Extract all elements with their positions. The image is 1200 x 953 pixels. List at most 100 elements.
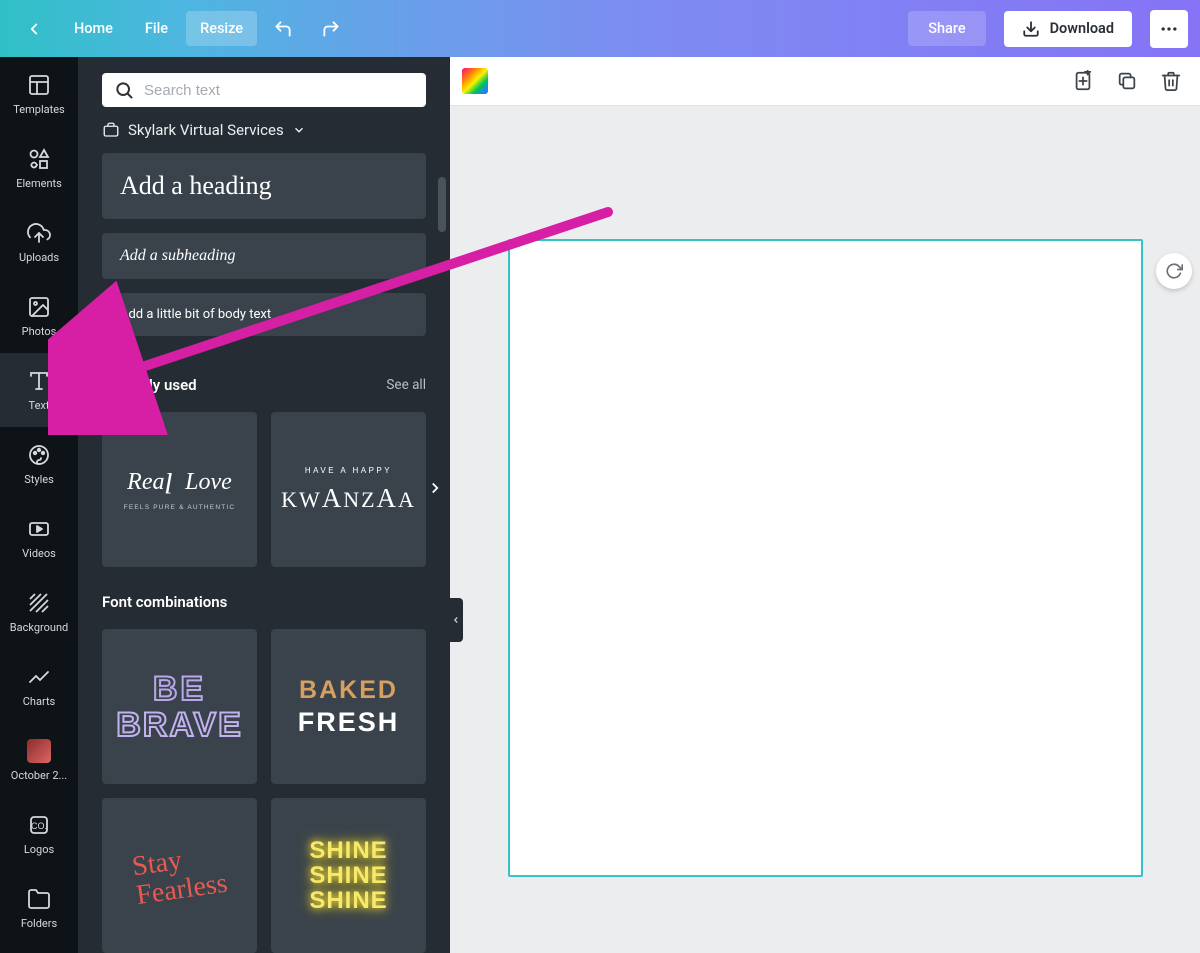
font-combo-baked-fresh[interactable]: BAKED FRESH xyxy=(271,629,426,784)
canvas-viewport[interactable] xyxy=(450,105,1200,953)
brand-account-label: Skylark Virtual Services xyxy=(128,121,284,139)
recently-used-row: Real Love FEELS PURE & AUTHENTIC HAVE A … xyxy=(102,412,426,567)
home-button[interactable]: Home xyxy=(60,11,127,46)
download-icon xyxy=(1022,20,1040,38)
folder-thumbnail-icon xyxy=(27,739,51,763)
sidebar-label: Videos xyxy=(22,547,56,560)
sidebar-label: Styles xyxy=(24,473,54,486)
sidebar-label: October 2... xyxy=(11,769,67,782)
styles-icon xyxy=(27,443,51,467)
template-line2: KWANZAA xyxy=(281,483,416,514)
sidebar-label: Charts xyxy=(23,695,55,708)
sidebar-label: Logos xyxy=(24,843,54,856)
templates-icon xyxy=(27,73,51,97)
download-button[interactable]: Download xyxy=(1004,11,1132,47)
section-title: Font combinations xyxy=(102,593,227,611)
top-bar: Home File Resize Share Download xyxy=(0,0,1200,57)
chevron-down-icon xyxy=(292,123,306,137)
sidebar-item-text[interactable]: Text xyxy=(0,353,78,427)
next-templates-button[interactable] xyxy=(426,479,444,501)
canvas-area xyxy=(450,57,1200,953)
collapse-panel-button[interactable] xyxy=(449,598,463,642)
combo-line2: FRESH xyxy=(298,707,400,738)
brand-kit-icon xyxy=(102,121,120,139)
sidebar-label: Photos xyxy=(22,325,57,338)
text-icon xyxy=(27,369,51,393)
uploads-icon xyxy=(27,221,51,245)
panel-scrollbar[interactable] xyxy=(438,177,446,232)
left-sidebar: Templates Elements Uploads Photos Text S… xyxy=(0,57,78,953)
canvas-toolbar-right xyxy=(1072,70,1182,92)
background-color-picker[interactable] xyxy=(462,68,488,94)
font-combo-stay-fearless[interactable]: StayFearless xyxy=(102,798,257,953)
chevron-left-icon xyxy=(451,615,461,625)
duplicate-page-icon[interactable] xyxy=(1116,70,1138,92)
delete-page-icon[interactable] xyxy=(1160,70,1182,92)
combo-text: StayFearless xyxy=(130,840,229,911)
see-all-link[interactable]: See all xyxy=(386,377,426,393)
add-body-text-button[interactable]: Add a little bit of body text xyxy=(102,293,426,336)
canvas-reload-button[interactable] xyxy=(1156,253,1192,289)
svg-text:CO.: CO. xyxy=(31,821,47,831)
template-line1: HAVE A HAPPY xyxy=(305,466,392,475)
videos-icon xyxy=(27,517,51,541)
elements-icon xyxy=(27,147,51,171)
add-heading-button[interactable]: Add a heading xyxy=(102,153,426,219)
sidebar-item-october[interactable]: October 2... xyxy=(0,723,78,797)
redo-icon xyxy=(321,19,341,39)
recently-used-header: Recently used See all xyxy=(102,376,426,394)
search-icon xyxy=(114,80,134,100)
resize-button[interactable]: Resize xyxy=(186,11,257,46)
chevron-left-icon xyxy=(25,20,43,38)
sidebar-item-logos[interactable]: CO. Logos xyxy=(0,797,78,871)
undo-button[interactable] xyxy=(261,11,305,47)
top-left-group: Home File Resize xyxy=(12,11,353,47)
sidebar-item-styles[interactable]: Styles xyxy=(0,427,78,501)
text-template-real-love[interactable]: Real Love FEELS PURE & AUTHENTIC xyxy=(102,412,257,567)
add-subheading-button[interactable]: Add a subheading xyxy=(102,233,426,279)
search-field-wrap[interactable] xyxy=(102,73,426,107)
text-panel: Skylark Virtual Services Add a heading A… xyxy=(78,57,450,953)
combo-line2: BRAVE xyxy=(116,708,243,742)
font-combo-be-brave[interactable]: BE BRAVE xyxy=(102,629,257,784)
back-button[interactable] xyxy=(12,11,56,47)
folders-icon xyxy=(27,887,51,911)
redo-button[interactable] xyxy=(309,11,353,47)
sidebar-item-folders[interactable]: Folders xyxy=(0,871,78,945)
undo-icon xyxy=(273,19,293,39)
search-input[interactable] xyxy=(144,82,414,99)
photos-icon xyxy=(27,295,51,319)
sidebar-item-videos[interactable]: Videos xyxy=(0,501,78,575)
logos-icon: CO. xyxy=(27,813,51,837)
sidebar-item-charts[interactable]: Charts xyxy=(0,649,78,723)
chevron-right-icon xyxy=(426,479,444,497)
font-combo-shine[interactable]: SHINESHINESHINE xyxy=(271,798,426,953)
sidebar-item-background[interactable]: Background xyxy=(0,575,78,649)
sidebar-item-templates[interactable]: Templates xyxy=(0,57,78,131)
combo-line1: BE xyxy=(153,672,206,706)
more-button[interactable] xyxy=(1150,10,1188,48)
reload-icon xyxy=(1165,262,1183,280)
combo-text: SHINESHINESHINE xyxy=(309,838,387,914)
download-label: Download xyxy=(1050,20,1114,37)
share-button[interactable]: Share xyxy=(908,11,985,46)
design-canvas[interactable] xyxy=(508,239,1143,877)
sidebar-item-uploads[interactable]: Uploads xyxy=(0,205,78,279)
background-icon xyxy=(27,591,51,615)
font-combinations-row-1: BE BRAVE BAKED FRESH xyxy=(102,629,426,784)
sidebar-label: Templates xyxy=(13,103,64,116)
brand-account-dropdown[interactable]: Skylark Virtual Services xyxy=(102,121,426,139)
template-line1: Real Love xyxy=(127,469,232,496)
add-page-icon[interactable] xyxy=(1072,70,1094,92)
sidebar-label: Uploads xyxy=(19,251,59,264)
text-template-kwanzaa[interactable]: HAVE A HAPPY KWANZAA xyxy=(271,412,426,567)
sidebar-label: Text xyxy=(29,399,50,412)
combo-line1: BAKED xyxy=(299,676,398,705)
sidebar-label: Folders xyxy=(21,917,57,930)
file-button[interactable]: File xyxy=(131,11,182,46)
sidebar-label: Elements xyxy=(16,177,62,190)
sidebar-label: Background xyxy=(10,621,68,634)
sidebar-item-elements[interactable]: Elements xyxy=(0,131,78,205)
canvas-toolbar xyxy=(450,57,1200,105)
sidebar-item-photos[interactable]: Photos xyxy=(0,279,78,353)
